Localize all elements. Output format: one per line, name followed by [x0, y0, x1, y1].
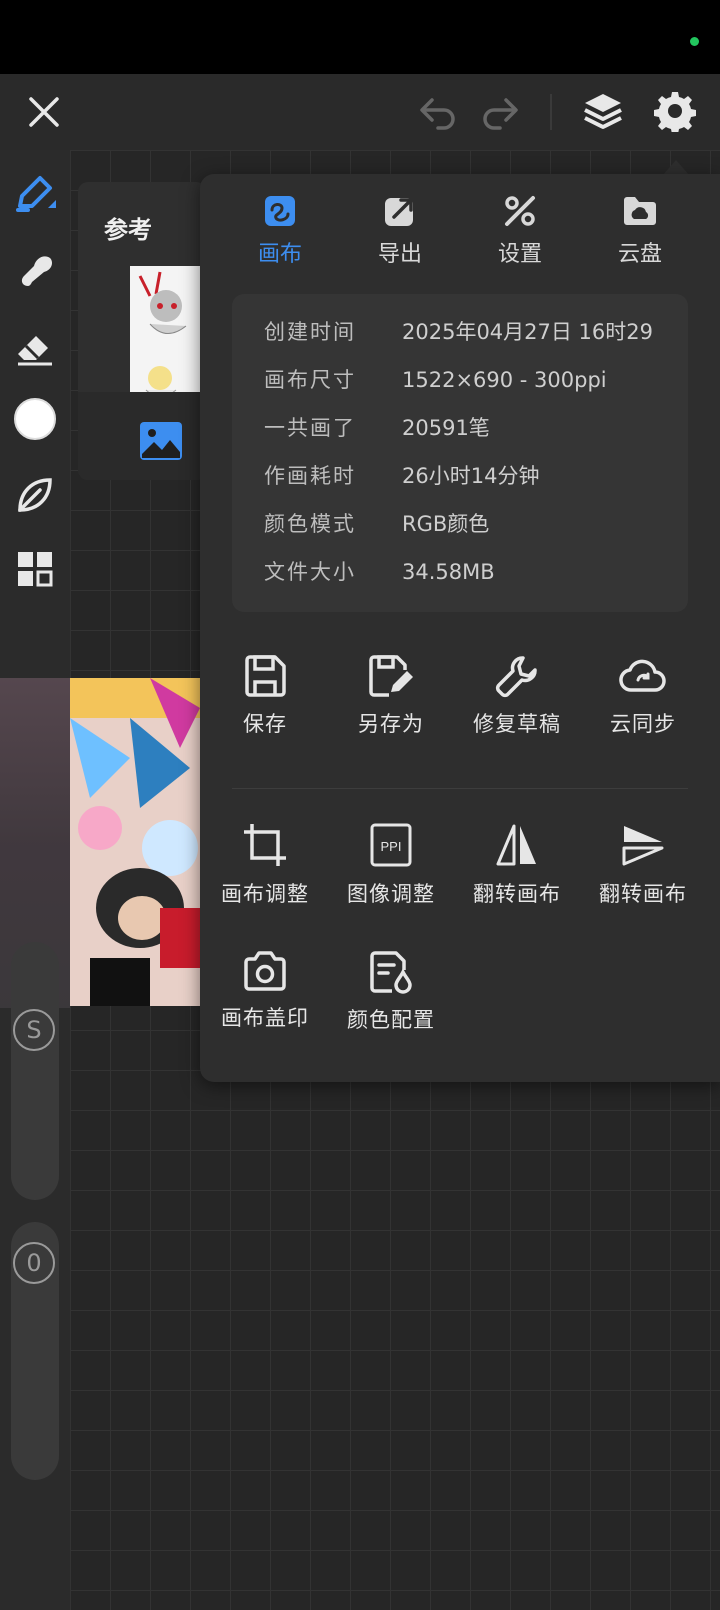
wrench-icon — [495, 656, 537, 698]
crop-icon — [244, 824, 286, 866]
canvas-info-box: 创建时间 2025年04月27日 16时29分 画布尺寸 1522×690 - … — [232, 294, 688, 612]
image-icon[interactable] — [138, 420, 184, 462]
ppi-icon: PPI — [370, 823, 412, 867]
info-value-color-mode: RGB颜色 — [402, 512, 490, 536]
repair-draft-button[interactable]: 修复草稿 — [452, 654, 582, 764]
gear-icon[interactable] — [650, 86, 700, 136]
save-as-icon — [369, 655, 413, 697]
flip-vertical-icon — [622, 826, 664, 866]
smudge-tool-icon[interactable] — [10, 246, 60, 296]
save-label: 保存 — [243, 712, 287, 736]
status-indicator-dot — [690, 37, 699, 46]
svg-text:PPI: PPI — [381, 839, 402, 854]
canvas-stamp-label: 画布盖印 — [221, 1006, 309, 1030]
color-profile-icon — [370, 951, 412, 994]
settings-tools-icon — [505, 196, 535, 226]
brush-opacity-knob[interactable]: 0 — [13, 1242, 55, 1284]
canvas-stamp-button[interactable]: 画布盖印 — [200, 950, 330, 1060]
status-bar — [0, 0, 720, 74]
info-value-strokes: 20591笔 — [402, 416, 490, 440]
info-key-created: 创建时间 — [264, 320, 356, 344]
tab-cloud-label: 云盘 — [617, 242, 662, 267]
tab-settings[interactable]: 设置 — [470, 194, 570, 274]
grid-menu-icon[interactable] — [10, 544, 60, 594]
info-value-created: 2025年04月27日 16时29分 — [402, 320, 654, 344]
export-icon — [385, 198, 413, 226]
info-key-strokes: 一共画了 — [264, 416, 356, 440]
info-value-duration: 26小时14分钟 — [402, 464, 540, 488]
tab-canvas[interactable]: 画布 — [230, 194, 330, 274]
top-toolbar — [0, 74, 720, 150]
reference-title: 参考 — [104, 216, 152, 244]
brush-opacity-slider[interactable]: 0 — [11, 1222, 59, 1480]
eraser-icon[interactable] — [10, 322, 60, 372]
tab-export[interactable]: 导出 — [350, 194, 450, 274]
color-picker-icon[interactable] — [10, 394, 60, 444]
canvas-icon — [265, 196, 295, 226]
canvas-adjust-label: 画布调整 — [221, 882, 309, 906]
actions-divider — [232, 788, 688, 789]
close-icon[interactable] — [20, 88, 68, 136]
flip-horizontal-icon — [496, 824, 536, 866]
info-key-duration: 作画耗时 — [264, 464, 356, 488]
save-as-button[interactable]: 另存为 — [326, 654, 456, 764]
canvas-artwork — [70, 678, 200, 1006]
info-value-file-size: 34.58MB — [402, 560, 495, 584]
tab-settings-label: 设置 — [497, 242, 542, 267]
cloud-sync-label: 云同步 — [610, 712, 676, 736]
image-adjust-button[interactable]: PPI 图像调整 — [326, 822, 456, 932]
flip-canvas-horizontal-button[interactable]: 翻转画布 — [452, 822, 582, 932]
canvas-menu-popup: 画布 导出 设置 云盘 创建时间 2025年04月27日 16时29分 画布尺寸… — [200, 174, 720, 1082]
color-profile-button[interactable]: 颜色配置 — [326, 950, 456, 1060]
flip-canvas-vertical-button[interactable]: 翻转画布 — [578, 822, 708, 932]
info-key-color-mode: 颜色模式 — [264, 512, 356, 536]
layers-icon[interactable] — [578, 86, 628, 136]
color-profile-label: 颜色配置 — [347, 1008, 435, 1032]
tab-canvas-label: 画布 — [257, 242, 302, 267]
tab-cloud[interactable]: 云盘 — [590, 194, 690, 274]
cloud-folder-icon — [624, 197, 656, 225]
redo-icon[interactable] — [476, 88, 524, 136]
flip-canvas-horizontal-label: 翻转画布 — [473, 882, 561, 906]
pen-tool-icon[interactable] — [10, 170, 60, 220]
left-toolbar: S 0 — [0, 150, 70, 1610]
brush-size-knob[interactable]: S — [13, 1009, 55, 1051]
reference-thumbnail[interactable] — [130, 266, 206, 404]
brush-size-slider[interactable]: S — [11, 942, 59, 1200]
camera-icon — [244, 951, 286, 991]
toolbar-divider — [550, 94, 552, 130]
image-adjust-label: 图像调整 — [347, 882, 435, 906]
repair-draft-label: 修复草稿 — [473, 712, 561, 736]
save-icon — [245, 655, 286, 697]
cloud-sync-icon — [619, 659, 666, 692]
info-key-size: 画布尺寸 — [264, 368, 356, 392]
info-key-file-size: 文件大小 — [264, 560, 356, 584]
cloud-sync-button[interactable]: 云同步 — [578, 654, 708, 764]
save-as-label: 另存为 — [358, 712, 424, 736]
leaf-icon[interactable] — [10, 470, 60, 520]
undo-icon[interactable] — [414, 88, 462, 136]
info-value-size: 1522×690 - 300ppi — [402, 368, 607, 392]
canvas-adjust-button[interactable]: 画布调整 — [200, 822, 330, 932]
tab-export-label: 导出 — [377, 242, 422, 267]
save-button[interactable]: 保存 — [200, 654, 330, 764]
flip-canvas-vertical-label: 翻转画布 — [599, 882, 687, 906]
